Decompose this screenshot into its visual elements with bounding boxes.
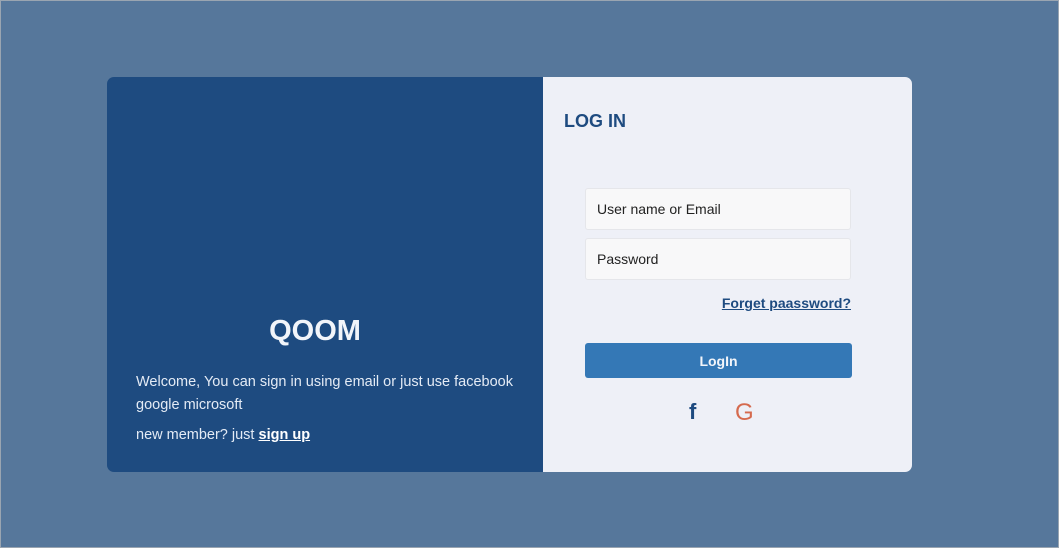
google-icon[interactable]: G bbox=[735, 399, 754, 427]
welcome-panel: QOOM Welcome, You can sign in using emai… bbox=[107, 77, 543, 472]
forgot-password-link[interactable]: Forget paassword? bbox=[722, 295, 851, 311]
new-member-label: new member? just bbox=[136, 427, 255, 443]
login-card: QOOM Welcome, You can sign in using emai… bbox=[107, 77, 912, 472]
new-member-text: new member? just sign up bbox=[136, 427, 310, 443]
login-panel: LOG IN Forget paassword? LogIn f G bbox=[543, 77, 912, 472]
welcome-text: Welcome, You can sign in using email or … bbox=[136, 374, 513, 413]
login-button[interactable]: LogIn bbox=[585, 343, 852, 378]
sign-up-link[interactable]: sign up bbox=[259, 427, 311, 443]
login-title: LOG IN bbox=[564, 111, 626, 131]
facebook-icon[interactable]: f bbox=[689, 399, 696, 425]
password-input[interactable] bbox=[585, 238, 851, 280]
username-input[interactable] bbox=[585, 188, 851, 230]
brand-logo: QOOM bbox=[269, 315, 361, 347]
